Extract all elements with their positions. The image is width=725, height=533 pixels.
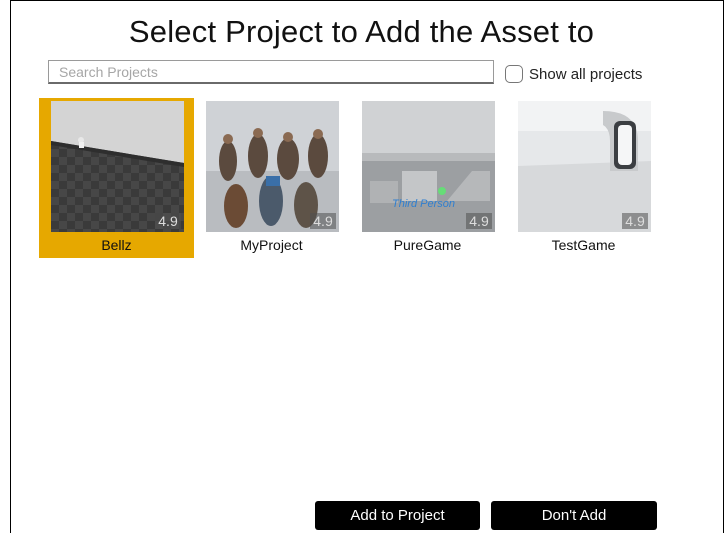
dont-add-button[interactable]: Don't Add [491, 501, 657, 530]
dialog-title: Select Project to Add the Asset to [128, 14, 595, 49]
version-badge: 4.9 [622, 213, 648, 229]
project-tile-myproject[interactable]: 4.9 MyProject [194, 98, 349, 258]
add-to-project-button[interactable]: Add to Project [315, 501, 480, 530]
project-thumbnail-myproject: 4.9 [206, 101, 339, 232]
show-all-label: Show all projects [529, 65, 643, 83]
project-thumbnail-testgame: 4.9 [518, 101, 651, 232]
project-tile-bellz[interactable]: 4.9 Bellz [39, 98, 194, 258]
version-badge: 4.9 [466, 213, 492, 229]
project-name: Bellz [101, 237, 132, 253]
project-name: TestGame [551, 237, 616, 253]
project-tile-puregame[interactable]: Third Person 4.9 PureGame [350, 98, 505, 258]
search-projects-input[interactable] [48, 60, 494, 84]
show-all-projects-toggle[interactable]: Show all projects [505, 63, 642, 85]
project-tile-testgame[interactable]: 4.9 TestGame [506, 98, 661, 258]
project-thumbnail-puregame: Third Person 4.9 [362, 101, 495, 232]
project-name: MyProject [240, 237, 303, 253]
version-badge: 4.9 [310, 213, 336, 229]
version-badge: 4.9 [155, 213, 181, 229]
project-thumbnail-bellz: 4.9 [51, 101, 184, 232]
show-all-checkbox[interactable] [505, 65, 523, 83]
project-name: PureGame [393, 237, 462, 253]
svg-text:Third Person: Third Person [392, 198, 455, 210]
